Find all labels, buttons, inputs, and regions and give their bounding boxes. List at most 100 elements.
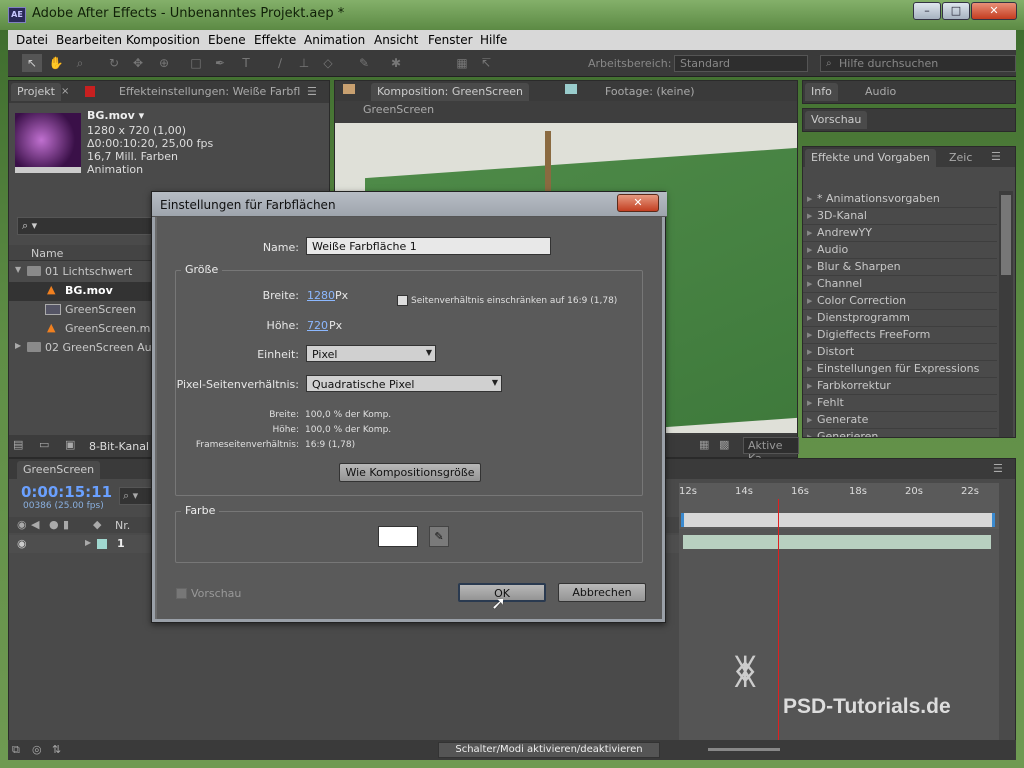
time-ruler[interactable]: 12s 14s 16s 18s 20s 22s (679, 483, 999, 529)
current-timecode[interactable]: 0:00:15:11 (21, 483, 112, 501)
menu-fenster[interactable]: Fenster (428, 33, 473, 47)
tab-preview[interactable]: Vorschau (805, 111, 868, 129)
clone-stamp-tool-icon[interactable]: ⊥ (294, 54, 314, 72)
panel-menu-icon[interactable]: ☰ (991, 150, 1001, 163)
cancel-button[interactable]: Abbrechen (558, 583, 646, 602)
tab-timeline[interactable]: GreenScreen (17, 461, 101, 479)
menu-komposition[interactable]: Komposition (126, 33, 200, 47)
pixel-aspect-select[interactable]: Quadratische Pixel ▼ (306, 375, 502, 392)
tab-character[interactable]: Zeic (943, 149, 978, 167)
list-item[interactable]: Channel (803, 276, 997, 293)
snap-icon[interactable]: ↸ (476, 54, 496, 72)
list-item[interactable]: Audio (803, 242, 997, 259)
project-search-input[interactable]: ⌕ ▾ (17, 217, 157, 235)
hand-tool-icon[interactable]: ✋ (46, 54, 66, 72)
expand-arrow-icon[interactable]: ▶ (15, 341, 21, 350)
footage-name[interactable]: BG.mov ▾ (87, 109, 144, 122)
help-search-input[interactable]: Hilfe durchsuchen (820, 55, 1016, 72)
solid-name-input[interactable]: Weiße Farbfläche 1 (306, 237, 551, 255)
bit-depth-label[interactable]: 8-Bit-Kanal (89, 440, 149, 453)
column-name[interactable]: Name (31, 247, 63, 260)
list-item[interactable]: Distort (803, 344, 997, 361)
tab-info[interactable]: Info (805, 83, 838, 101)
list-item[interactable]: Einstellungen für Expressions (803, 361, 997, 378)
panel-menu-icon[interactable]: ☰ (993, 462, 1003, 475)
list-item[interactable]: * Animationsvorgaben (803, 191, 997, 208)
selection-tool-icon[interactable]: ↖ (22, 54, 42, 72)
switches-modes-toggle[interactable]: Schalter/Modi aktivieren/deaktivieren (438, 742, 660, 758)
workspace-select[interactable]: Standard (674, 55, 808, 72)
toggle-switches-icon[interactable]: ⧉ (12, 743, 20, 757)
toggle-transfer-icon[interactable]: ◎ (32, 743, 42, 756)
roto-brush-tool-icon[interactable]: ✎ (354, 54, 374, 72)
visibility-eye-icon[interactable]: ◉ (17, 537, 27, 550)
new-composition-icon[interactable]: ▣ (65, 438, 75, 451)
list-item[interactable]: AndrewYY (803, 225, 997, 242)
text-tool-icon[interactable]: T (236, 54, 256, 72)
panel-menu-icon[interactable]: ☰ (307, 85, 317, 98)
eraser-tool-icon[interactable]: ◇ (318, 54, 338, 72)
rectangle-tool-icon[interactable]: □ (186, 54, 206, 72)
close-tab-icon[interactable]: × (61, 86, 69, 97)
color-swatch[interactable] (378, 526, 418, 547)
list-item[interactable]: Digieffects FreeForm (803, 327, 997, 344)
list-item[interactable]: Color Correction (803, 293, 997, 310)
list-item[interactable]: Generate (803, 412, 997, 429)
scrollbar-thumb[interactable] (1001, 195, 1011, 275)
menu-hilfe[interactable]: Hilfe (480, 33, 507, 47)
minimize-button[interactable]: – (913, 2, 941, 20)
width-value[interactable]: 1280 (307, 289, 335, 302)
new-folder-icon[interactable]: ▭ (39, 438, 49, 451)
camera-tool-icon[interactable]: ✥ (128, 54, 148, 72)
layer-duration-bar[interactable] (683, 535, 991, 549)
menu-ansicht[interactable]: Ansicht (374, 33, 418, 47)
close-window-button[interactable]: ✕ (971, 2, 1017, 20)
tab-effect-controls[interactable]: Effekteinstellungen: Weiße Farbfl (113, 83, 306, 101)
tab-footage[interactable]: Footage: (keine) (599, 83, 701, 101)
pan-behind-tool-icon[interactable]: ⊕ (154, 54, 174, 72)
puppet-tool-icon[interactable]: ✱ (386, 54, 406, 72)
transparency-icon[interactable]: ▩ (719, 438, 729, 451)
eyedropper-icon[interactable]: ✎ (429, 526, 449, 547)
menu-bearbeiten[interactable]: Bearbeiten (56, 33, 122, 47)
list-item[interactable]: Dienstprogramm (803, 310, 997, 327)
pen-tool-icon[interactable]: ✒ (210, 54, 230, 72)
playhead-line[interactable] (777, 499, 779, 741)
preview-checkbox[interactable] (176, 588, 187, 599)
active-camera-select[interactable]: Aktive Ka (743, 437, 799, 465)
tab-audio[interactable]: Audio (859, 83, 902, 101)
unit-select[interactable]: Pixel ▼ (306, 345, 436, 362)
dialog-close-button[interactable]: ✕ (617, 194, 659, 212)
tab-project[interactable]: Projekt (11, 83, 61, 101)
rotate-tool-icon[interactable]: ↻ (104, 54, 124, 72)
menu-effekte[interactable]: Effekte (254, 33, 296, 47)
maximize-button[interactable]: □ (942, 2, 970, 20)
zoom-tool-icon[interactable]: ⌕ (70, 54, 90, 72)
toggle-in-out-icon[interactable]: ⇅ (52, 743, 61, 756)
list-item[interactable]: 3D-Kanal (803, 208, 997, 225)
breadcrumb[interactable]: GreenScreen (363, 103, 434, 116)
menu-animation[interactable]: Animation (304, 33, 365, 47)
axis-mode-icon[interactable]: ▦ (452, 54, 472, 72)
expand-arrow-icon[interactable]: ▼ (15, 265, 21, 274)
interpret-footage-icon[interactable]: ▤ (13, 438, 23, 451)
brush-tool-icon[interactable]: ∕ (270, 54, 290, 72)
list-item[interactable]: Farbkorrektur (803, 378, 997, 395)
list-item[interactable]: Generieren (803, 429, 997, 437)
grid-icon[interactable]: ▦ (699, 438, 709, 451)
work-area-bar[interactable] (681, 513, 995, 527)
lock-icon[interactable] (343, 84, 355, 94)
scrollbar[interactable] (999, 191, 1013, 437)
lock-aspect-checkbox[interactable] (397, 295, 408, 306)
menu-datei[interactable]: Datei (16, 33, 48, 47)
expand-arrow-icon[interactable]: ▶ (85, 538, 91, 547)
zoom-slider[interactable] (708, 748, 780, 751)
tab-effects-presets[interactable]: Effekte und Vorgaben (805, 149, 936, 167)
menu-ebene[interactable]: Ebene (208, 33, 246, 47)
tab-composition[interactable]: Komposition: GreenScreen (371, 83, 530, 101)
height-value[interactable]: 720 (307, 319, 328, 332)
column-nr[interactable]: Nr. (115, 519, 130, 532)
list-item[interactable]: Blur & Sharpen (803, 259, 997, 276)
comp-size-button[interactable]: Wie Kompositionsgröße (339, 463, 481, 482)
list-item[interactable]: Fehlt (803, 395, 997, 412)
